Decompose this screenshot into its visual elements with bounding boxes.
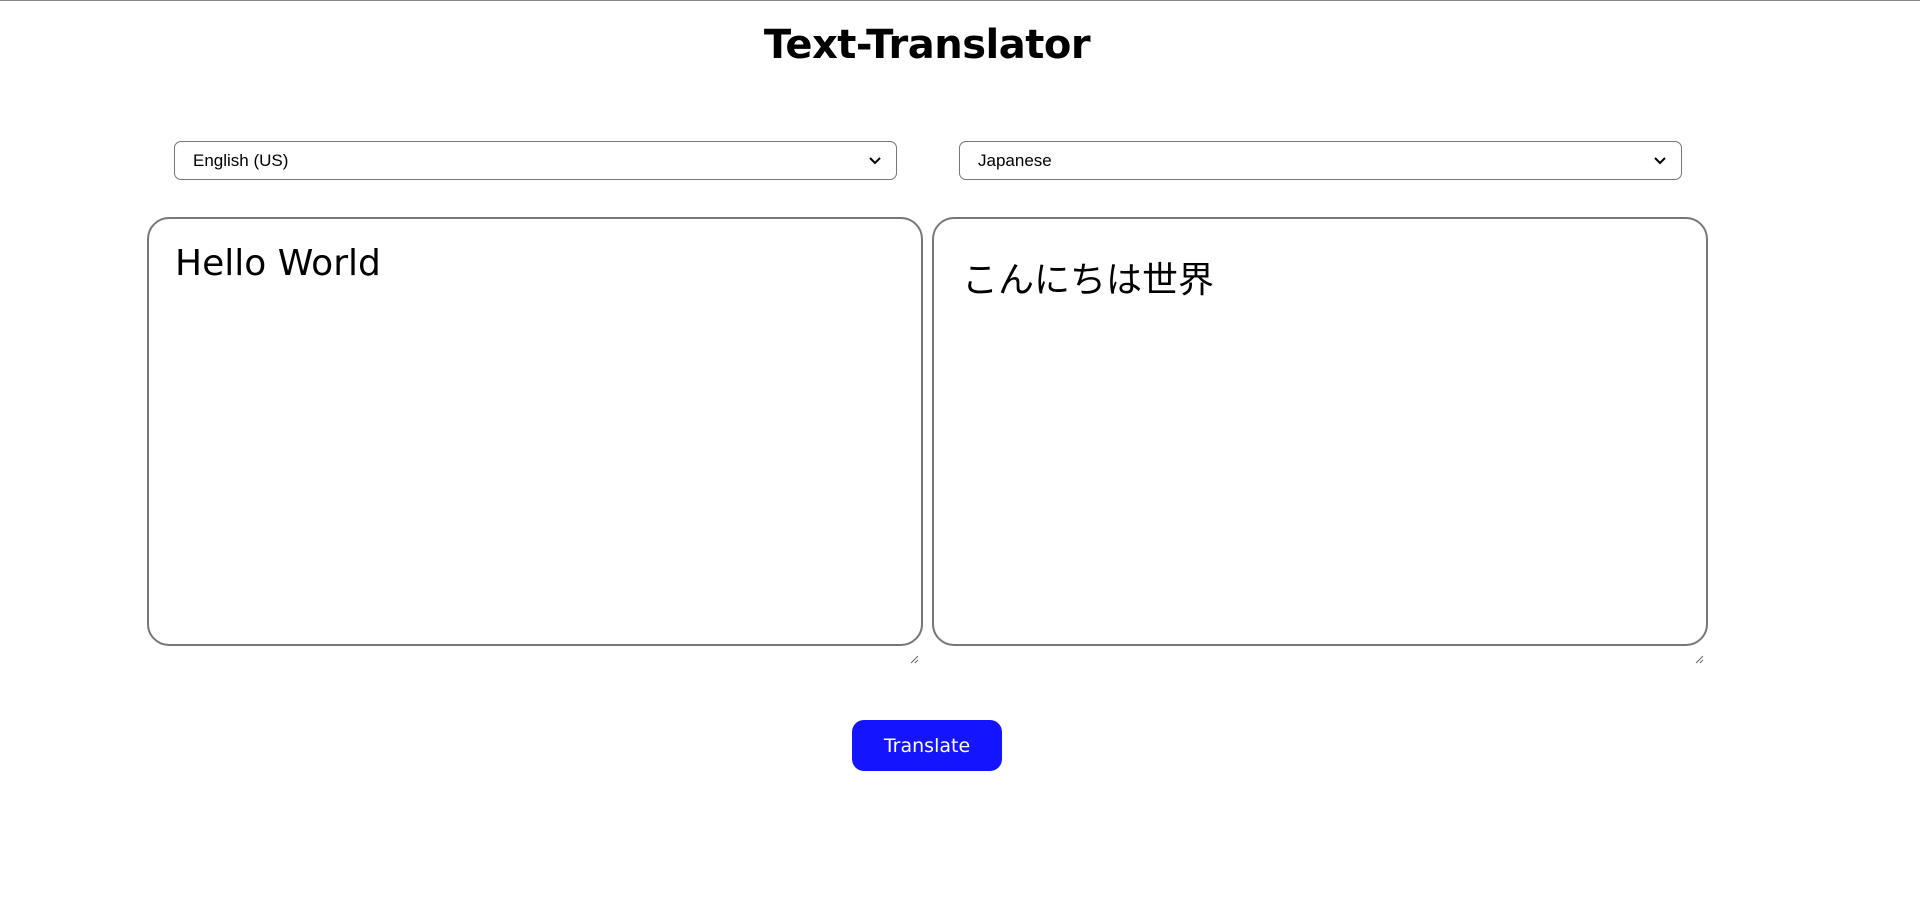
source-language-value: English (US) xyxy=(193,150,289,170)
translate-button[interactable]: Translate xyxy=(852,720,1002,771)
target-text-value: こんにちは世界 xyxy=(962,260,1215,301)
source-text-input[interactable]: Hello World xyxy=(147,217,923,664)
resize-handle-icon[interactable] xyxy=(909,632,919,664)
resize-handle-icon[interactable] xyxy=(1694,632,1704,664)
target-language-select[interactable]: Japanese xyxy=(959,141,1682,180)
chevron-down-icon xyxy=(868,154,882,168)
top-divider xyxy=(0,0,1920,1)
target-text-output[interactable]: こんにちは世界 xyxy=(932,217,1708,664)
source-text-value: Hello World xyxy=(175,243,381,284)
source-language-select[interactable]: English (US) xyxy=(174,141,897,180)
page-title: Text-Translator xyxy=(763,22,1091,68)
chevron-down-icon xyxy=(1653,154,1667,168)
target-language-value: Japanese xyxy=(978,150,1052,170)
